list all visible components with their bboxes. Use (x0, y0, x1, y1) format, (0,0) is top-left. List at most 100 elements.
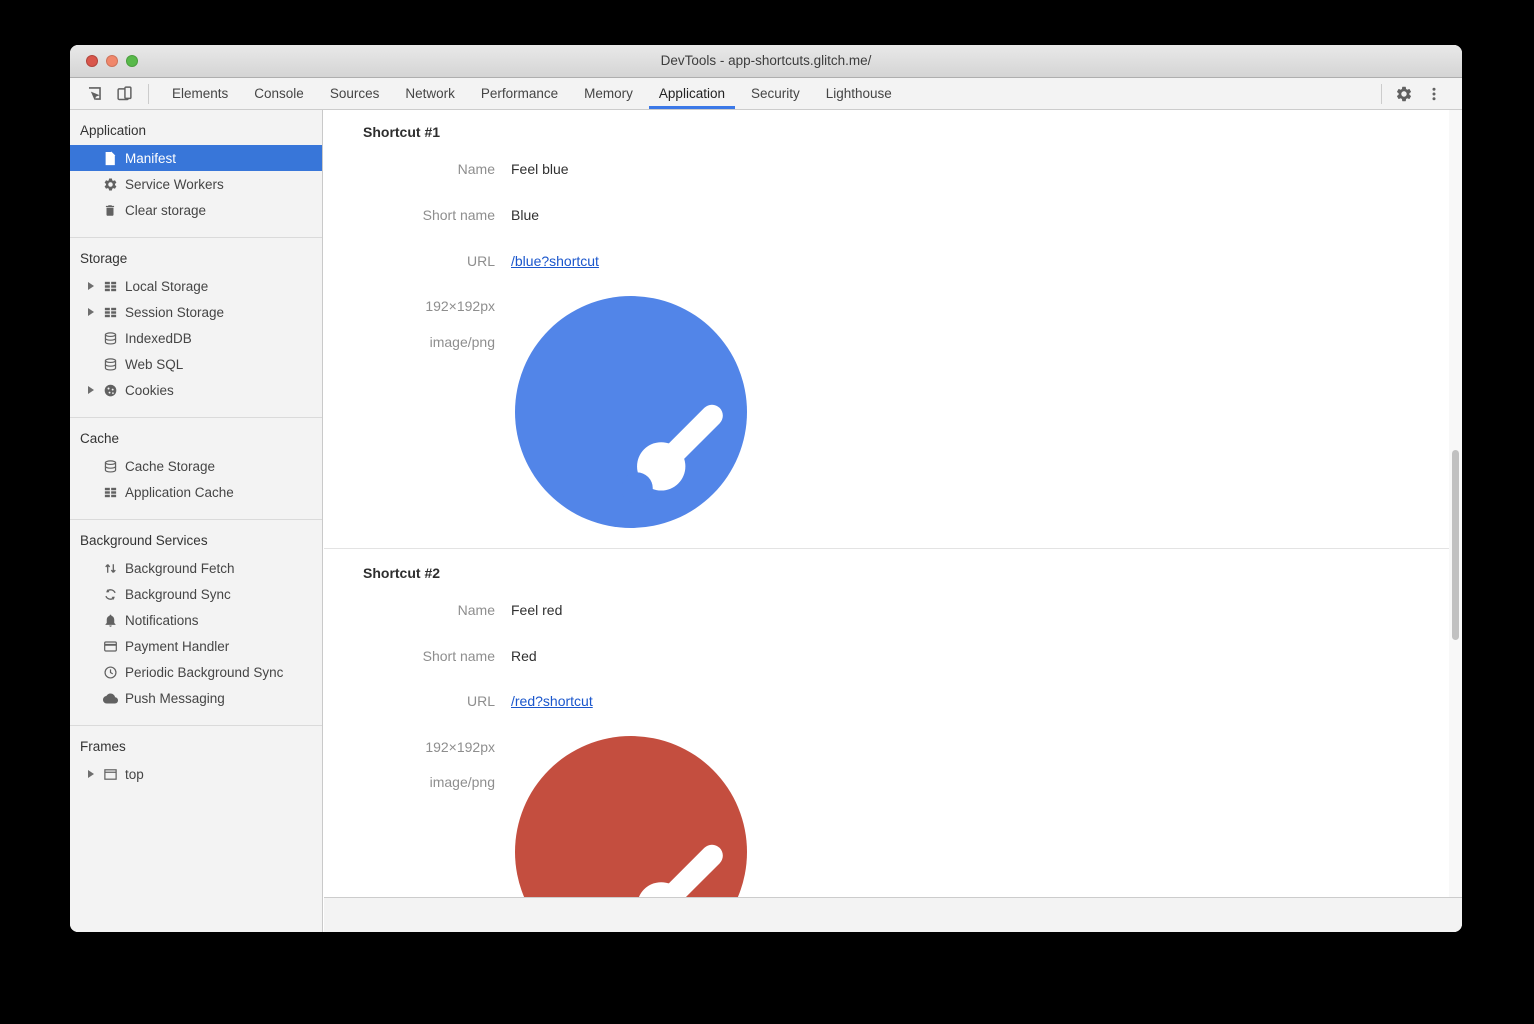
tab-sources[interactable]: Sources (317, 78, 393, 109)
tab-memory[interactable]: Memory (571, 78, 646, 109)
table-icon (102, 484, 118, 500)
device-toolbar-icon (116, 85, 133, 102)
section-header: Background Services (70, 527, 322, 555)
sidebar-item-label: Background Sync (125, 587, 231, 602)
sidebar-item-clear-storage[interactable]: Clear storage (70, 197, 322, 223)
sidebar-item-background-fetch[interactable]: Background Fetch (70, 555, 322, 581)
sidebar-item-label: Payment Handler (125, 639, 229, 654)
sidebar-item-label: IndexedDB (125, 331, 192, 346)
inspect-element-button[interactable] (82, 82, 106, 106)
sidebar-item-periodic-background-sync[interactable]: Periodic Background Sync (70, 659, 322, 685)
devtools-window: DevTools - app-shortcuts.glitch.me/ Elem… (70, 45, 1462, 932)
sidebar-item-cache-storage[interactable]: Cache Storage (70, 453, 322, 479)
sidebar-item-notifications[interactable]: Notifications (70, 607, 322, 633)
sidebar-item-label: Service Workers (125, 177, 224, 192)
scrollbar-track[interactable] (1449, 110, 1462, 897)
tab-performance[interactable]: Performance (468, 78, 571, 109)
short-name-label: Short name (324, 648, 495, 664)
tab-elements[interactable]: Elements (159, 78, 241, 109)
section-header: Storage (70, 245, 322, 273)
sidebar-item-label: Notifications (125, 613, 199, 628)
toolbar-separator (148, 84, 149, 104)
section-header: Frames (70, 733, 322, 761)
panel-tabs: Elements Console Sources Network Perform… (159, 78, 905, 109)
url-label: URL (324, 253, 495, 269)
shortcut-2-size-label: 192×192px (324, 739, 495, 755)
gear-icon (102, 176, 118, 192)
sidebar-item-web-sql[interactable]: Web SQL (70, 351, 322, 377)
sidebar-item-indexeddb[interactable]: IndexedDB (70, 325, 322, 351)
shortcut-1-short-name-value: Blue (511, 207, 539, 223)
devtools-tab-bar: Elements Console Sources Network Perform… (70, 78, 1462, 110)
sidebar-item-push-messaging[interactable]: Push Messaging (70, 685, 322, 711)
gear-icon (1395, 85, 1413, 103)
sidebar-item-top-frame[interactable]: top (70, 761, 322, 787)
section-divider (324, 548, 1462, 549)
inspect-icon (86, 85, 103, 102)
tab-console[interactable]: Console (241, 78, 317, 109)
window-title: DevTools - app-shortcuts.glitch.me/ (70, 45, 1462, 77)
shortcut-2-title: Shortcut #2 (363, 565, 440, 581)
tabbar-right-separator (1381, 84, 1382, 104)
section-header: Application (70, 117, 322, 145)
shortcut-1-icon-image (515, 296, 747, 528)
sidebar-item-label: Web SQL (125, 357, 183, 372)
sidebar-item-service-workers[interactable]: Service Workers (70, 171, 322, 197)
sidebar-item-label: top (125, 767, 144, 782)
title-bar: DevTools - app-shortcuts.glitch.me/ (70, 45, 1462, 78)
sidebar-section-background-services: Background Services Background Fetch Bac… (70, 520, 322, 726)
shortcut-1-size-label: 192×192px (324, 298, 495, 314)
tab-network[interactable]: Network (392, 78, 468, 109)
database-icon (102, 458, 118, 474)
tab-lighthouse[interactable]: Lighthouse (813, 78, 905, 109)
up-down-arrows-icon (102, 560, 118, 576)
more-menu-icon (1426, 86, 1442, 102)
tab-application[interactable]: Application (646, 78, 738, 109)
sidebar-item-application-cache[interactable]: Application Cache (70, 479, 322, 505)
name-label: Name (324, 602, 495, 618)
sidebar-item-session-storage[interactable]: Session Storage (70, 299, 322, 325)
shortcut-2-name-value: Feel red (511, 602, 562, 618)
url-label: URL (324, 693, 495, 709)
tabbar-right-controls (1375, 82, 1462, 106)
disclosure-triangle-icon[interactable] (88, 770, 102, 778)
sidebar-item-label: Clear storage (125, 203, 206, 218)
disclosure-triangle-icon[interactable] (88, 386, 102, 394)
sidebar-item-local-storage[interactable]: Local Storage (70, 273, 322, 299)
sidebar-item-label: Session Storage (125, 305, 224, 320)
name-label: Name (324, 161, 495, 177)
sidebar-item-label: Periodic Background Sync (125, 665, 283, 680)
database-icon (102, 356, 118, 372)
short-name-label: Short name (324, 207, 495, 223)
device-toolbar-button[interactable] (112, 82, 136, 106)
shortcut-2-mime-label: image/png (324, 774, 495, 790)
shortcut-1-url-link[interactable]: /blue?shortcut (511, 253, 599, 269)
clock-icon (102, 664, 118, 680)
application-panel-sidebar: Application Manifest Service Workers Cle… (70, 110, 323, 932)
table-icon (102, 304, 118, 320)
shortcut-1-title: Shortcut #1 (363, 124, 440, 140)
table-icon (102, 278, 118, 294)
more-options-button[interactable] (1422, 82, 1446, 106)
sidebar-section-frames: Frames top (70, 726, 322, 801)
sidebar-item-manifest[interactable]: Manifest (70, 145, 322, 171)
sidebar-item-background-sync[interactable]: Background Sync (70, 581, 322, 607)
section-header: Cache (70, 425, 322, 453)
disclosure-triangle-icon[interactable] (88, 282, 102, 290)
shortcut-2-icon-image (515, 736, 747, 897)
shortcut-2-url-link[interactable]: /red?shortcut (511, 693, 593, 709)
sidebar-item-payment-handler[interactable]: Payment Handler (70, 633, 322, 659)
sidebar-item-label: Manifest (125, 151, 176, 166)
sidebar-item-label: Application Cache (125, 485, 234, 500)
settings-button[interactable] (1392, 82, 1416, 106)
cookie-icon (102, 382, 118, 398)
tab-security[interactable]: Security (738, 78, 813, 109)
sidebar-section-storage: Storage Local Storage Session Storage (70, 238, 322, 418)
scrollbar-thumb[interactable] (1452, 450, 1459, 640)
sidebar-item-label: Local Storage (125, 279, 208, 294)
trash-icon (102, 202, 118, 218)
disclosure-triangle-icon[interactable] (88, 308, 102, 316)
shortcut-2-short-name-value: Red (511, 648, 537, 664)
sidebar-item-cookies[interactable]: Cookies (70, 377, 322, 403)
cloud-icon (102, 690, 118, 706)
